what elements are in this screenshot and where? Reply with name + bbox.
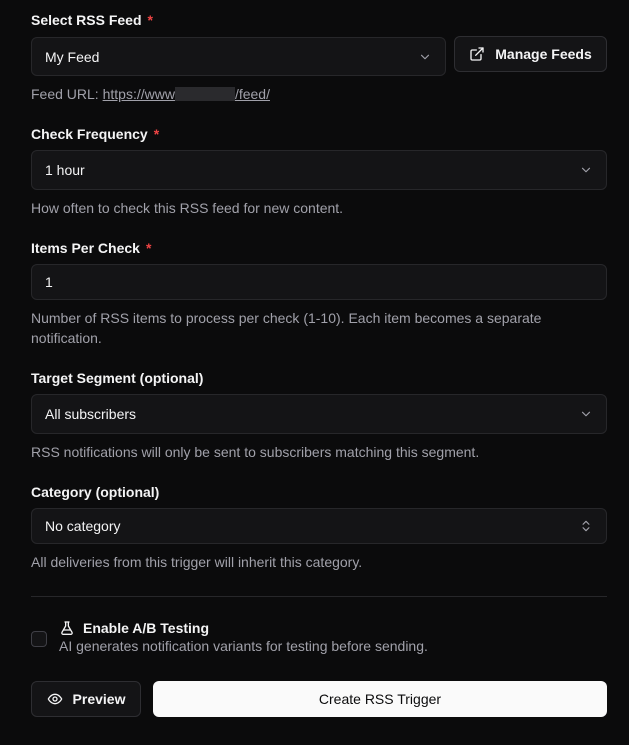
- feed-url-end: /feed/: [234, 86, 270, 102]
- rss-feed-label: Select RSS Feed *: [31, 12, 153, 28]
- chevron-down-icon: [581, 411, 591, 417]
- ab-testing-description: AI generates notification variants for t…: [59, 638, 428, 654]
- rss-feed-label-text: Select RSS Feed: [31, 12, 142, 28]
- frequency-label: Check Frequency *: [31, 126, 159, 142]
- required-mark: *: [147, 12, 153, 28]
- feed-url-link[interactable]: https://www/feed/: [103, 86, 270, 102]
- category-help: All deliveries from this trigger will in…: [31, 554, 363, 570]
- rss-feed-select[interactable]: My Feed: [31, 37, 446, 76]
- flask-icon: [61, 621, 73, 635]
- items-per-check-label-text: Items Per Check: [31, 240, 140, 256]
- items-per-check-help: Number of RSS items to process per check…: [31, 308, 541, 348]
- frequency-label-text: Check Frequency: [31, 126, 148, 142]
- manage-feeds-label: Manage Feeds: [495, 46, 592, 62]
- items-per-check-value: 1: [45, 274, 53, 290]
- category-selected-value: No category: [45, 518, 121, 534]
- items-per-check-label: Items Per Check *: [31, 240, 151, 256]
- section-divider: [31, 596, 607, 597]
- items-per-check-input[interactable]: 1: [31, 264, 607, 300]
- segment-select[interactable]: All subscribers: [31, 394, 607, 434]
- create-rss-trigger-label: Create RSS Trigger: [318, 691, 442, 707]
- preview-label: Preview: [72, 691, 126, 707]
- required-mark: *: [145, 240, 152, 256]
- items-help-line-1: Number of RSS items to process per check…: [31, 310, 542, 326]
- category-select[interactable]: No category: [31, 508, 607, 544]
- redacted-block: [174, 87, 235, 101]
- feed-url-start: https://www: [102, 86, 175, 102]
- category-label: Category (optional): [31, 484, 160, 500]
- frequency-selected-value: 1 hour: [45, 162, 85, 178]
- chevron-down-icon: [420, 54, 430, 59]
- ab-testing-title-text: Enable A/B Testing: [83, 620, 210, 636]
- segment-help: RSS notifications will only be sent to s…: [31, 444, 480, 460]
- ab-testing-title: Enable A/B Testing: [59, 620, 209, 636]
- feed-url-prefix: Feed URL:: [31, 86, 103, 102]
- items-help-line-2: notification.: [31, 330, 102, 346]
- rss-trigger-form: Select RSS Feed * My Feed Manage Feeds Fe…: [0, 0, 629, 745]
- ab-testing-checkbox[interactable]: [31, 631, 47, 647]
- chevron-down-icon: [581, 167, 591, 173]
- rss-feed-selected-value: My Feed: [45, 48, 100, 65]
- frequency-help: How often to check this RSS feed for new…: [31, 200, 344, 216]
- segment-selected-value: All subscribers: [45, 406, 137, 422]
- preview-button[interactable]: Preview: [31, 681, 141, 717]
- manage-feeds-button[interactable]: Manage Feeds: [454, 36, 607, 72]
- frequency-select[interactable]: 1 hour: [31, 150, 607, 190]
- chevrons-up-down-icon: [582, 520, 590, 532]
- required-mark: *: [153, 126, 160, 142]
- eye-icon: [47, 693, 62, 705]
- create-rss-trigger-button[interactable]: Create RSS Trigger: [153, 681, 607, 717]
- segment-label: Target Segment (optional): [31, 370, 204, 386]
- external-link-icon: [470, 47, 484, 61]
- feed-url-help: Feed URL: https://www/feed/: [31, 84, 270, 104]
